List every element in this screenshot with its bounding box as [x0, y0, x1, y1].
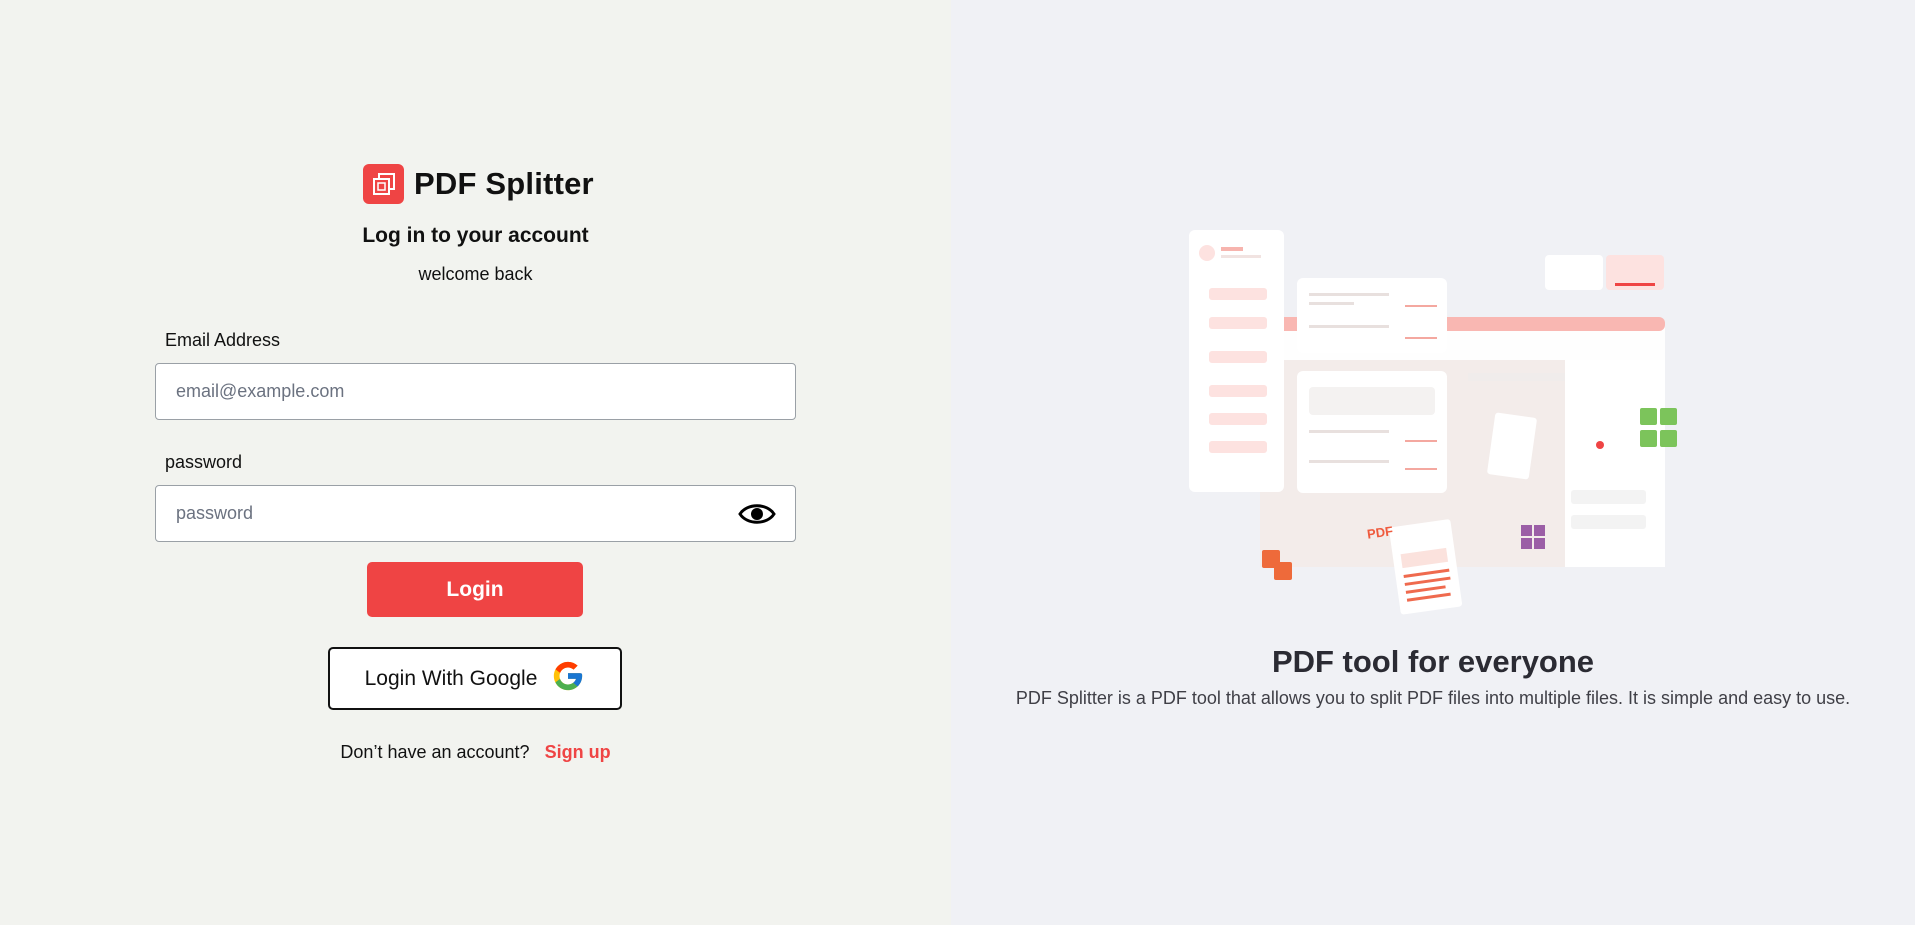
promo-title: PDF tool for everyone — [1271, 644, 1595, 679]
email-field[interactable] — [156, 363, 795, 420]
brand-name: PDF Splitter — [414, 166, 594, 201]
google-g-icon — [551, 659, 585, 699]
signup-link[interactable]: Sign up — [545, 742, 611, 762]
login-button[interactable]: Login — [367, 562, 583, 617]
promo-description: PDF Splitter is a PDF tool that allows y… — [1015, 688, 1851, 708]
google-login-label: Login With Google — [364, 666, 538, 690]
password-label: password — [165, 452, 243, 472]
brand: PDF Splitter — [363, 164, 594, 204]
app-illustration — [1189, 230, 1677, 615]
page-title: Log in to your account — [362, 224, 589, 247]
signup-prompt: Don’t have an account? — [340, 742, 530, 762]
google-login-button[interactable]: Login With Google — [328, 647, 622, 710]
password-field-wrapper — [155, 485, 796, 542]
eye-icon[interactable] — [737, 498, 777, 530]
login-panel: PDF Splitter Log in to your account welc… — [0, 0, 951, 925]
email-field-wrapper — [155, 363, 796, 420]
copy-pages-icon — [363, 164, 404, 204]
page-subtitle: welcome back — [418, 264, 533, 284]
password-field[interactable] — [156, 485, 795, 542]
promo-panel: PDF PDF tool for everyone PDF Splitter i… — [951, 0, 1915, 925]
signup-row: Don’t have an account? Sign up — [0, 742, 951, 763]
email-label: Email Address — [165, 330, 281, 350]
